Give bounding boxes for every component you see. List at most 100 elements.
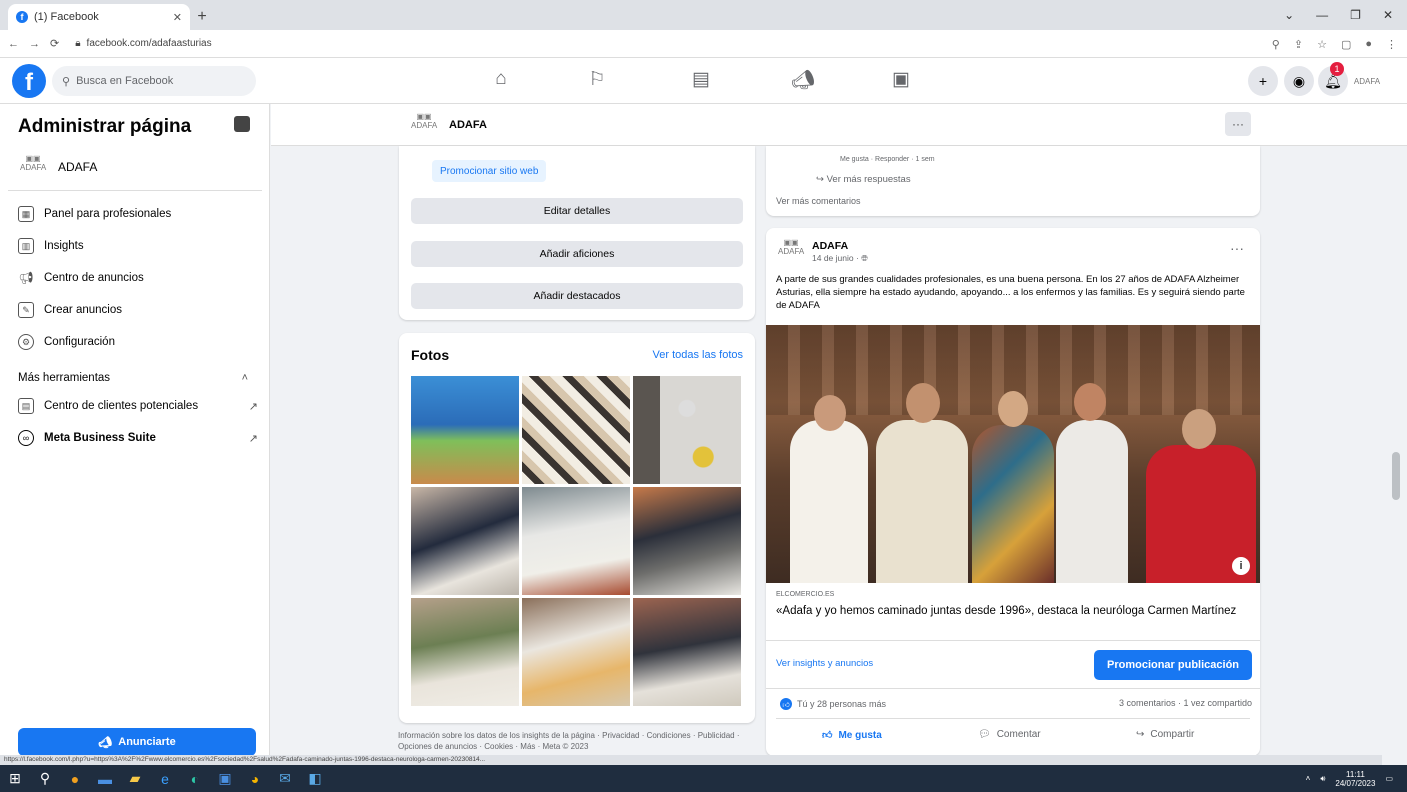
sidebar-item-panel[interactable]: ▦ Panel para profesionales	[18, 206, 258, 222]
chevron-down-icon[interactable]: ⌄	[1284, 8, 1294, 22]
page-scrollbar[interactable]	[1392, 452, 1400, 500]
close-tab-icon[interactable]: ✕	[173, 11, 182, 24]
photo-thumbnail[interactable]	[522, 376, 630, 484]
app-icon[interactable]: ◧	[300, 765, 330, 792]
insights-icon: ▥	[18, 238, 34, 254]
back-icon[interactable]: ←	[8, 38, 19, 50]
more-tools-header[interactable]: Más herramientas ˄	[18, 372, 248, 384]
volume-icon[interactable]: 🔊︎	[1320, 774, 1325, 784]
clock[interactable]: 11:11 24/07/2023	[1335, 770, 1375, 788]
see-all-photos-link[interactable]: Ver todas las fotos	[630, 349, 744, 361]
photo-thumbnail[interactable]	[522, 598, 630, 706]
photo-thumbnail[interactable]	[411, 376, 519, 484]
extensions-icon[interactable]: ▢	[1341, 38, 1351, 51]
clock-time: 11:11	[1345, 769, 1365, 779]
sidebar-item-label: Centro de anuncios	[44, 272, 144, 284]
sidebar-item-label: Crear anuncios	[44, 304, 122, 316]
sidebar-item-leads-center[interactable]: ▤ Centro de clientes potenciales ↗	[18, 398, 258, 414]
photo-thumbnail[interactable]	[411, 487, 519, 595]
browser-toolbar-icons: ⚲ ⇪ ☆ ▢ ● ⋮	[1272, 30, 1397, 58]
sidebar-page-switcher[interactable]: ▣▣ ADAFA ADAFA	[20, 154, 97, 180]
search-icon: ⚲	[62, 75, 71, 88]
restore-button[interactable]: ❐	[1350, 8, 1361, 22]
url-field[interactable]: 🔒︎ facebook.com/adafaasturias	[69, 33, 1269, 55]
new-tab-button[interactable]: +	[190, 4, 214, 30]
account-avatar[interactable]: ADAFA	[1352, 66, 1382, 96]
create-button[interactable]: +	[1248, 66, 1278, 96]
watch-icon[interactable]: ▣	[886, 68, 916, 91]
forward-icon[interactable]: →	[29, 38, 40, 50]
sidebar-item-insights[interactable]: ▥ Insights	[18, 238, 258, 254]
promote-website-button[interactable]: Promocionar sitio web	[432, 160, 547, 182]
search-input[interactable]: ⚲ Busca en Facebook	[52, 66, 256, 96]
person-head	[814, 395, 846, 431]
post-author-avatar[interactable]: ▣▣ ADAFA	[778, 238, 804, 264]
link-title[interactable]: «Adafa y yo hemos caminado juntas desde …	[776, 604, 1246, 618]
star-icon[interactable]: ☆	[1317, 38, 1327, 51]
mail-icon[interactable]: ✉	[270, 765, 300, 792]
store-icon[interactable]: ▣	[210, 765, 240, 792]
messenger-icon[interactable]: ◉	[1284, 66, 1314, 96]
windows-start-icon[interactable]: ⊞	[0, 765, 30, 792]
megaphone-nav-icon[interactable]: 📣︎	[788, 68, 818, 92]
reload-icon[interactable]: ⟳	[50, 37, 59, 50]
search-placeholder: Busca en Facebook	[76, 75, 174, 87]
advertise-button[interactable]: 📣︎ Anunciarte	[18, 728, 256, 756]
flag-icon[interactable]: ⚐	[582, 68, 612, 91]
post-date[interactable]: 14 de junio · 🌐︎	[812, 253, 868, 264]
notification-badge: 1	[1330, 62, 1344, 76]
file-explorer-icon[interactable]: ▰	[120, 765, 150, 792]
photo-thumbnail[interactable]	[411, 598, 519, 706]
home-icon[interactable]: ⌂	[486, 68, 516, 90]
address-bar-row: ← → ⟳ 🔒︎ facebook.com/adafaasturias ⚲ ⇪ …	[0, 30, 1407, 58]
sidebar-item-create-ads[interactable]: ✎ Crear anuncios	[18, 302, 258, 318]
share-button[interactable]: ↪ Compartir	[1136, 729, 1194, 740]
add-hobbies-button[interactable]: Añadir aficiones	[411, 241, 743, 267]
divider	[8, 190, 262, 191]
more-replies-link[interactable]: ↪ Ver más respuestas	[816, 174, 911, 185]
add-featured-button[interactable]: Añadir destacados	[411, 283, 743, 309]
view-insights-link[interactable]: Ver insights y anuncios	[776, 658, 873, 669]
sidebar-item-settings[interactable]: ⚙ Configuración	[18, 334, 258, 350]
edit-details-button[interactable]: Editar detalles	[411, 198, 743, 224]
leads-icon: ▤	[18, 398, 34, 414]
minimize-button[interactable]: —	[1316, 8, 1328, 22]
comment-button[interactable]: 💬︎ Comentar	[978, 729, 1041, 740]
translate-icon[interactable]: ⚲	[1272, 38, 1280, 51]
promote-post-button[interactable]: Promocionar publicación	[1094, 650, 1252, 680]
notifications-center-icon[interactable]: ▭	[1385, 774, 1393, 783]
menu-icon[interactable]: ⋮	[1386, 38, 1397, 51]
info-icon[interactable]: i	[1232, 557, 1250, 575]
search-icon[interactable]: ⚲	[30, 765, 60, 792]
post-link-image[interactable]: i	[766, 325, 1260, 583]
collapse-sidebar-icon[interactable]	[234, 116, 250, 132]
post-more-options-icon[interactable]: ···	[1230, 240, 1244, 256]
marketplace-icon[interactable]: ▤	[686, 68, 716, 91]
app-icon[interactable]: ●	[60, 765, 90, 792]
share-icon[interactable]: ⇪	[1294, 38, 1303, 51]
sidebar-item-meta-business-suite[interactable]: ∞ Meta Business Suite ↗	[18, 430, 258, 446]
photo-thumbnail[interactable]	[522, 487, 630, 595]
profile-icon[interactable]: ●	[1365, 38, 1372, 50]
more-options-button[interactable]: ···	[1225, 112, 1251, 136]
like-button[interactable]: 👍︎ Me gusta	[822, 729, 882, 742]
browser-tab[interactable]: f (1) Facebook ✕	[8, 4, 190, 30]
external-link-icon: ↗	[248, 432, 258, 445]
post-author-name[interactable]: ADAFA	[812, 240, 848, 252]
photo-thumbnail[interactable]	[633, 487, 741, 595]
reactions-summary[interactable]: 👍︎ Tú y 28 personas más	[780, 698, 886, 710]
comment-share-counts[interactable]: 3 comentarios · 1 vez compartido	[1060, 698, 1252, 708]
photo-thumbnail[interactable]	[633, 376, 741, 484]
photo-thumbnail[interactable]	[633, 598, 741, 706]
comment-actions[interactable]: Me gusta · Responder · 1 sem	[840, 156, 935, 163]
app-icon[interactable]: ◐	[180, 765, 210, 792]
close-window-button[interactable]: ✕	[1383, 8, 1393, 22]
edge-icon[interactable]: e	[150, 765, 180, 792]
chevron-up-icon[interactable]: ˄	[1306, 774, 1311, 783]
more-comments-link[interactable]: Ver más comentarios	[776, 196, 861, 206]
thumbs-up-icon: 👍︎	[822, 730, 833, 741]
task-view-icon[interactable]: ▬	[90, 765, 120, 792]
sidebar-item-ads-center[interactable]: 📢︎ Centro de anuncios	[18, 270, 258, 286]
chrome-icon[interactable]: ◕	[240, 765, 270, 792]
facebook-logo-icon[interactable]: f	[12, 64, 46, 98]
